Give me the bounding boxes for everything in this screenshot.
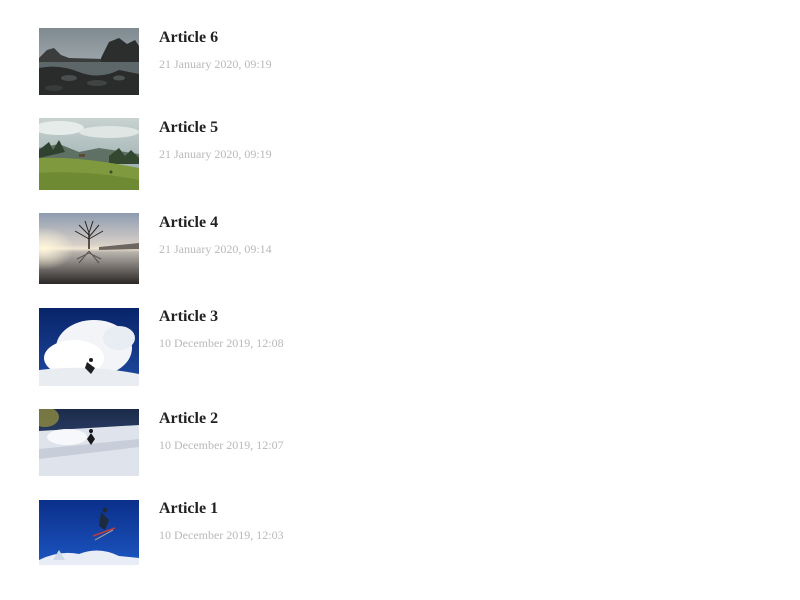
article-thumbnail[interactable] (39, 28, 139, 95)
article-title[interactable]: Article 3 (159, 308, 218, 326)
article-date: 21 January 2020, 09:19 (159, 147, 272, 161)
article-date: 10 December 2019, 12:07 (159, 438, 284, 452)
article-title[interactable]: Article 4 (159, 214, 218, 232)
article-thumbnail[interactable] (39, 118, 139, 190)
article-title[interactable]: Article 6 (159, 29, 218, 47)
article-thumbnail[interactable] (39, 500, 139, 565)
article-date: 21 January 2020, 09:19 (159, 57, 272, 71)
article-date: 21 January 2020, 09:14 (159, 242, 272, 256)
article-title[interactable]: Article 5 (159, 119, 218, 137)
article-list: Article 6 21 January 2020, 09:19 Article… (0, 0, 800, 600)
article-thumbnail[interactable] (39, 213, 139, 284)
article-title[interactable]: Article 2 (159, 410, 218, 428)
article-thumbnail[interactable] (39, 308, 139, 386)
article-date: 10 December 2019, 12:03 (159, 528, 284, 542)
article-thumbnail[interactable] (39, 409, 139, 476)
article-title[interactable]: Article 1 (159, 500, 218, 518)
article-date: 10 December 2019, 12:08 (159, 336, 284, 350)
